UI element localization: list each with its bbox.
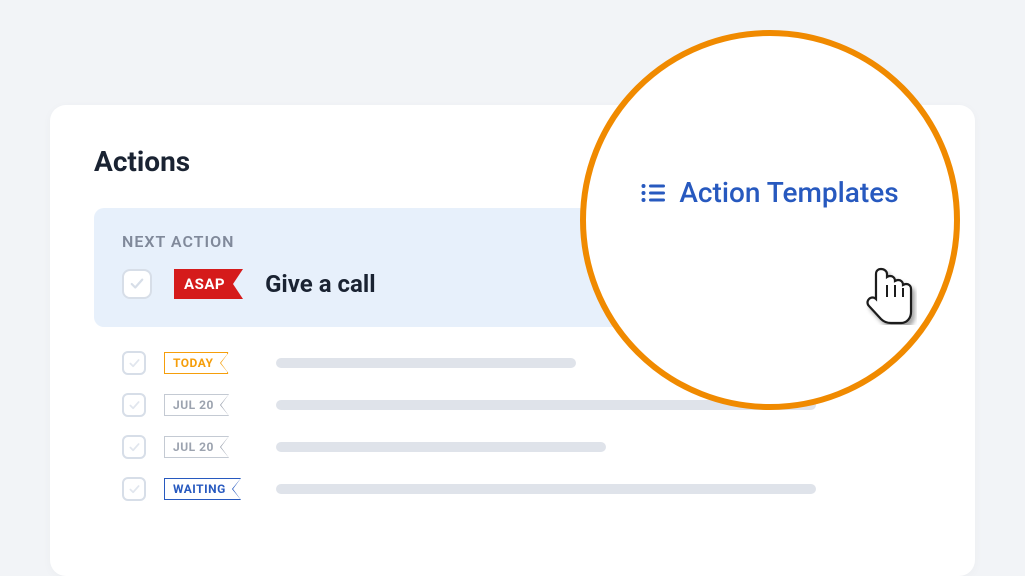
action-title: Give a call (265, 270, 376, 298)
check-icon (129, 442, 140, 453)
checkbox[interactable] (122, 269, 152, 299)
list-icon (641, 183, 665, 203)
priority-tag: JUL 20 (164, 436, 229, 458)
action-templates-label: Action Templates (679, 176, 898, 209)
check-icon (129, 400, 140, 411)
highlight-circle: Action Templates (580, 30, 960, 410)
pointer-cursor-icon (861, 261, 917, 325)
placeholder-text (276, 442, 606, 452)
placeholder-text (276, 484, 816, 494)
check-icon (130, 277, 144, 291)
priority-tag: TODAY (164, 352, 228, 374)
checkbox[interactable] (122, 435, 146, 459)
checkbox[interactable] (122, 351, 146, 375)
priority-tag: WAITING (164, 478, 241, 500)
check-icon (129, 358, 140, 369)
page-title: Actions (94, 145, 190, 178)
priority-tag-asap: ASAP (174, 269, 243, 299)
checkbox[interactable] (122, 477, 146, 501)
checkbox[interactable] (122, 393, 146, 417)
check-icon (129, 484, 140, 495)
priority-tag: JUL 20 (164, 394, 229, 416)
action-row[interactable]: JUL 20 (50, 435, 975, 477)
action-templates-link[interactable]: Action Templates (641, 176, 898, 209)
action-row[interactable]: JUL 20 (50, 393, 975, 435)
placeholder-text (276, 358, 576, 368)
action-row[interactable]: WAITING (50, 477, 975, 519)
